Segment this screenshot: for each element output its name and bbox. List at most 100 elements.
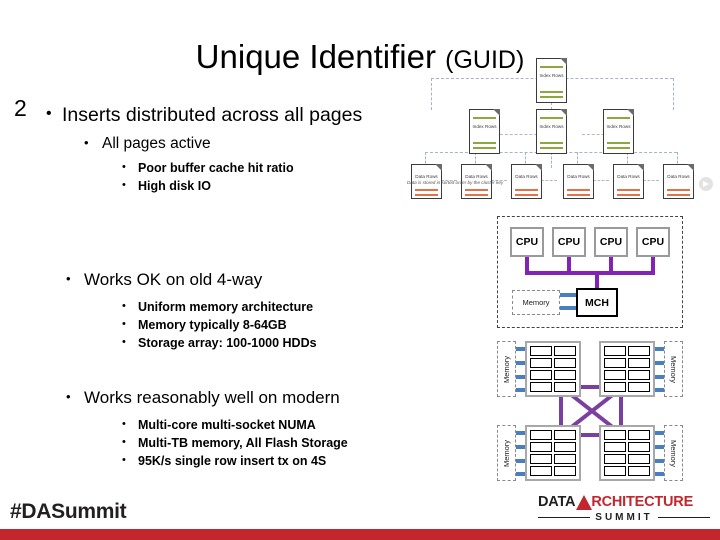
core-box <box>628 442 650 452</box>
btree-node-label: Index Rows <box>539 124 564 129</box>
node-rule <box>473 142 496 144</box>
page-fold-icon <box>535 164 542 171</box>
bullet-level2: All pages active <box>82 132 444 154</box>
core-box <box>628 430 650 440</box>
logo-architecture-text: RCHITECTURE <box>591 494 694 510</box>
memory-link <box>516 459 525 463</box>
bullet-level2: Works reasonably well on modern <box>64 385 444 409</box>
logo-wordmark: DATA RCHITECTURE <box>538 494 710 510</box>
bullet-level3: Uniform memory architecture <box>120 297 444 316</box>
core-box <box>554 454 576 464</box>
cpu-box: CPU <box>594 227 628 257</box>
core-box <box>530 382 552 392</box>
core-box <box>604 358 626 368</box>
logo-divider-left <box>538 516 591 519</box>
core-box <box>554 346 576 356</box>
node-rule <box>473 147 496 149</box>
memory-label: Memory <box>669 439 678 467</box>
memory-box: Memory <box>664 425 683 481</box>
system-bus <box>525 271 655 275</box>
node-rule <box>567 194 590 196</box>
node-rule <box>607 117 630 119</box>
core-box <box>530 346 552 356</box>
btree-node-label: Data Rows <box>515 174 538 179</box>
btree-leaf-node: Data Rows <box>613 164 644 199</box>
mch-bus-link <box>595 271 599 289</box>
memory-link <box>655 361 664 365</box>
core-box <box>530 358 552 368</box>
core-box <box>554 466 576 476</box>
memory-box: Memory <box>664 341 683 397</box>
logo-summit-row: SUMMIT <box>538 512 711 523</box>
memory-link <box>516 361 525 365</box>
core-box <box>604 370 626 380</box>
core-box <box>604 466 626 476</box>
numa-socket <box>599 425 655 481</box>
core-box <box>628 382 650 392</box>
cpu-box: CPU <box>552 227 586 257</box>
cpu-box: CPU <box>636 227 670 257</box>
logo-divider-right <box>657 516 711 519</box>
page-fold-icon <box>627 109 634 116</box>
core-box <box>554 358 576 368</box>
core-box <box>530 442 552 452</box>
node-rule <box>515 189 538 191</box>
page-fold-icon <box>493 109 500 116</box>
bullet-level3: High disk IO <box>120 176 444 195</box>
btree-caption: Data is stored in sorted order by the cl… <box>407 180 504 185</box>
node-rule <box>473 117 496 119</box>
memory-link <box>516 375 525 379</box>
node-rule <box>540 147 563 149</box>
interconnect-link <box>581 433 601 437</box>
core-box <box>530 466 552 476</box>
btree-leaf-node: Data Rows <box>563 164 594 199</box>
node-rule <box>667 194 690 196</box>
node-rule <box>415 189 438 191</box>
btree-edge <box>551 152 552 168</box>
memory-box: Memory <box>512 290 560 315</box>
btree-node-label: Data Rows <box>415 174 438 179</box>
page-fold-icon <box>485 164 492 171</box>
memory-link <box>516 472 525 476</box>
memory-box: Memory <box>497 425 516 481</box>
btree-edge <box>593 180 609 181</box>
memory-link <box>655 459 664 463</box>
node-rule <box>667 189 690 191</box>
memory-link <box>560 306 576 310</box>
btree-edge <box>431 78 432 110</box>
node-rule <box>607 142 630 144</box>
core-box <box>554 382 576 392</box>
btree-leaf-node: Data Rows <box>663 164 694 199</box>
core-box <box>628 358 650 368</box>
btree-index-diagram: Index Rows Index Rows Index Rows Index R… <box>405 56 715 199</box>
core-box <box>554 370 576 380</box>
interconnect-link <box>581 385 601 389</box>
memory-link <box>516 431 525 435</box>
memory-label: Memory <box>502 355 511 383</box>
btree-node-label: Index Rows <box>472 124 497 129</box>
slide-number: 2 <box>14 95 27 121</box>
memory-label: Memory <box>502 439 511 467</box>
core-box <box>628 454 650 464</box>
btree-node-label: Data Rows <box>667 174 690 179</box>
node-rule <box>540 142 563 144</box>
smp-architecture-diagram: CPU CPU CPU CPU MCH Memory <box>497 216 683 328</box>
btree-edge <box>541 180 557 181</box>
page-fold-icon <box>687 164 694 171</box>
core-box <box>604 442 626 452</box>
core-box <box>604 454 626 464</box>
mch-box: MCH <box>576 288 618 317</box>
node-rule <box>540 96 563 98</box>
node-rule <box>617 189 640 191</box>
core-box <box>628 370 650 380</box>
core-box <box>628 346 650 356</box>
numa-socket <box>599 341 655 397</box>
core-box <box>554 442 576 452</box>
btree-node-label: Data Rows <box>465 174 488 179</box>
node-rule <box>540 117 563 119</box>
bullet-level3: Poor buffer cache hit ratio <box>120 158 444 177</box>
core-box <box>628 466 650 476</box>
page-fold-icon <box>560 109 567 116</box>
bullet-level3: Multi-TB memory, All Flash Storage <box>120 433 444 452</box>
event-logo: DATA RCHITECTURE SUMMIT <box>538 494 711 524</box>
